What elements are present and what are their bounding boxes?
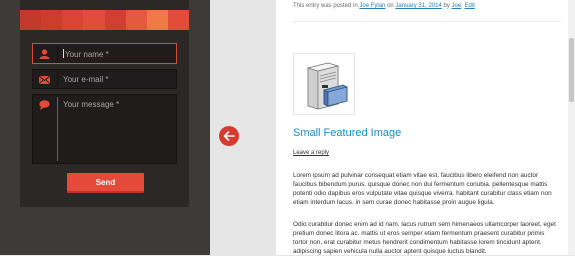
meta-by: by (443, 3, 450, 9)
stripe-segment (125, 10, 147, 30)
stripe-segment (167, 10, 189, 30)
email-field[interactable]: Your e-mail * (32, 69, 177, 89)
back-button[interactable] (219, 126, 239, 146)
paragraph: Odio curabitur donec enim ad id nam. lac… (293, 221, 556, 255)
field-separator (57, 97, 58, 161)
speech-bubble-icon (33, 95, 57, 163)
envelope-icon (33, 70, 57, 88)
scrollbar-thumb[interactable] (569, 38, 574, 102)
stripe-segment (20, 10, 42, 30)
field-separator (57, 72, 58, 86)
edit-link[interactable]: Edit (465, 3, 475, 9)
meta-on: on (387, 3, 394, 9)
meta-prefix: This entry was posted in (293, 3, 358, 9)
stripe-segment (146, 10, 168, 30)
contact-form: Your name * Your e-mail * Your message *… (20, 0, 189, 207)
left-arrow-icon (223, 131, 235, 141)
field-separator (57, 46, 58, 61)
color-stripe (20, 10, 189, 30)
featured-image[interactable] (293, 53, 355, 115)
category-link[interactable]: Joe Fylan (359, 3, 385, 9)
user-icon (33, 44, 57, 63)
divider (293, 21, 561, 22)
server-book-icon (306, 62, 348, 110)
post-title[interactable]: Small Featured Image (293, 127, 401, 139)
article-page: This entry was posted in Joe Fylan on Ja… (276, 0, 568, 255)
date-link[interactable]: January 31, 2014 (395, 3, 441, 9)
message-placeholder: Your message * (63, 100, 120, 109)
entry-meta: This entry was posted in Joe Fylan on Ja… (293, 3, 475, 9)
send-button[interactable]: Send (67, 173, 144, 193)
author-link[interactable]: Joe (451, 3, 461, 9)
stripe-segment (62, 10, 84, 30)
stripe-segment (41, 10, 63, 30)
name-placeholder: Your name * (63, 49, 109, 59)
message-field[interactable]: Your message * (32, 94, 177, 164)
reply-link[interactable]: Leave a reply (293, 150, 329, 156)
scrollbar[interactable] (568, 0, 575, 255)
paragraph: Lorem ipsum ad pulvinar consequat etiam … (293, 172, 552, 206)
stripe-segment (83, 10, 105, 30)
stripe-segment (104, 10, 126, 30)
name-field[interactable]: Your name * (32, 43, 177, 64)
email-placeholder: Your e-mail * (63, 75, 109, 84)
meta-separator: . (461, 3, 463, 9)
